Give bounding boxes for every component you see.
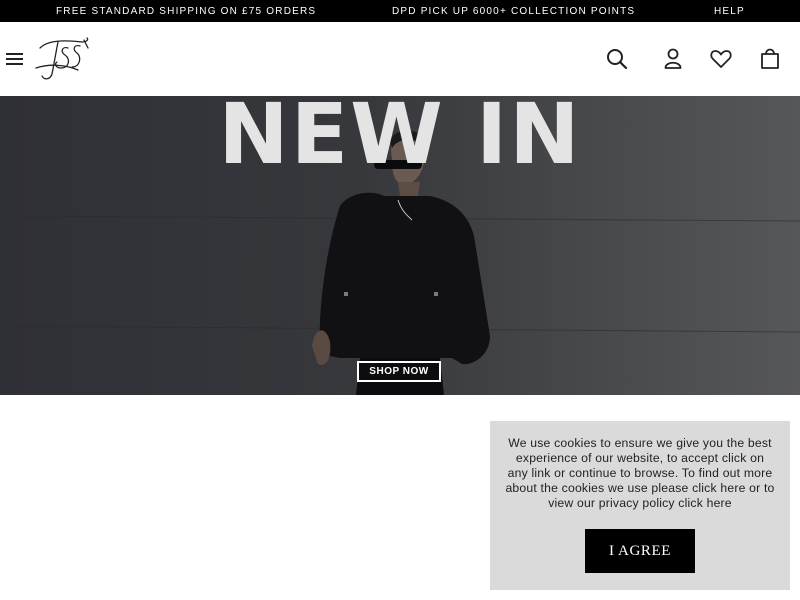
shop-now-button[interactable]: SHOP NOW bbox=[357, 361, 441, 382]
account-icon[interactable] bbox=[660, 46, 686, 72]
hero-banner[interactable]: NEW IN SHOP NOW bbox=[0, 96, 800, 395]
site-header bbox=[0, 22, 800, 96]
help-link[interactable]: HELP bbox=[714, 6, 745, 17]
cookie-message: We use cookies to ensure we give you the… bbox=[505, 436, 775, 510]
announcement-bar: FREE STANDARD SHIPPING ON £75 ORDERS DPD… bbox=[0, 0, 800, 22]
hero-title: NEW IN bbox=[218, 96, 582, 183]
hamburger-icon[interactable] bbox=[6, 53, 23, 66]
bag-icon[interactable] bbox=[757, 46, 783, 72]
collection-points-link[interactable]: DPD PICK UP 6000+ COLLECTION POINTS bbox=[392, 6, 635, 17]
free-shipping-link[interactable]: FREE STANDARD SHIPPING ON £75 ORDERS bbox=[56, 6, 316, 17]
agree-button[interactable]: I AGREE bbox=[585, 529, 695, 573]
cookie-banner: We use cookies to ensure we give you the… bbox=[490, 421, 790, 590]
search-icon[interactable] bbox=[604, 46, 630, 72]
siksilk-logo[interactable] bbox=[34, 34, 92, 82]
wishlist-heart-icon[interactable] bbox=[708, 46, 734, 72]
